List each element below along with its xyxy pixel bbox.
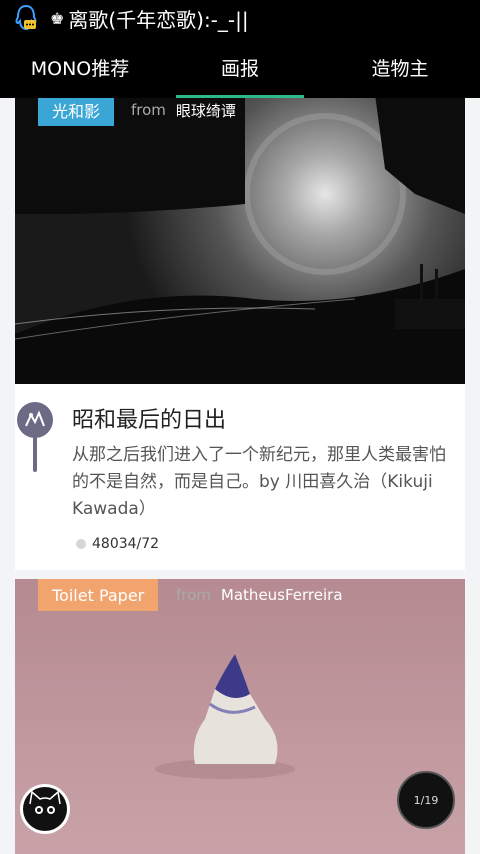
card-stats: 48034/72 xyxy=(76,536,159,552)
author-avatar[interactable] xyxy=(15,402,55,478)
feed-card[interactable]: Toilet Paper from MatheusFerreira xyxy=(15,579,465,854)
feed-card[interactable]: 光和影 from 眼球绮谭 昭和最后的日出 从那之后我们进入了一个新纪元，那里人… xyxy=(15,98,465,570)
stats-text: 48034/72 xyxy=(92,536,160,552)
card-body: 昭和最后的日出 从那之后我们进入了一个新纪元，那里人类最害怕的不是自然，而是自己… xyxy=(15,384,465,570)
page-indicator-text: 1/19 xyxy=(413,793,439,807)
card-photo-toilet-paper[interactable] xyxy=(15,579,465,854)
from-label: from xyxy=(176,586,211,604)
tab-creator[interactable]: 造物主 xyxy=(320,36,480,98)
stats-dot-icon xyxy=(76,539,86,549)
now-playing-text: 离歌(千年恋歌):-_-|| xyxy=(68,7,249,32)
top-tab-bar: MONO推荐 画报 造物主 xyxy=(0,36,480,98)
source-line: from MatheusFerreira xyxy=(176,579,343,611)
card-description: 从那之后我们进入了一个新纪元，那里人类最害怕的不是自然，而是自己。by 川田喜久… xyxy=(72,445,446,519)
source-name[interactable]: 眼球绮谭 xyxy=(176,100,236,121)
cat-face-icon xyxy=(23,787,67,831)
tab-huabao[interactable]: 画报 xyxy=(160,36,320,98)
category-tag[interactable]: Toilet Paper xyxy=(38,579,159,611)
card-photo-sunrise[interactable] xyxy=(15,98,465,384)
tab-mono-recommend[interactable]: MONO推荐 xyxy=(0,36,160,98)
category-tag[interactable]: 光和影 xyxy=(38,98,115,126)
status-bar: ♚ 离歌(千年恋歌):-_-|| xyxy=(0,0,480,36)
from-label: from xyxy=(131,101,166,119)
crown-icon: ♚ xyxy=(50,8,65,28)
page-indicator-button[interactable]: 1/19 xyxy=(397,771,455,829)
qq-penguin-icon xyxy=(8,0,44,36)
feed-list[interactable]: 光和影 from 眼球绮谭 昭和最后的日出 从那之后我们进入了一个新纪元，那里人… xyxy=(0,98,480,854)
source-name[interactable]: MatheusFerreira xyxy=(221,586,343,604)
mono-cat-button[interactable] xyxy=(20,784,70,834)
card-title[interactable]: 昭和最后的日出 xyxy=(72,402,226,434)
source-line: from 眼球绮谭 xyxy=(131,98,236,126)
